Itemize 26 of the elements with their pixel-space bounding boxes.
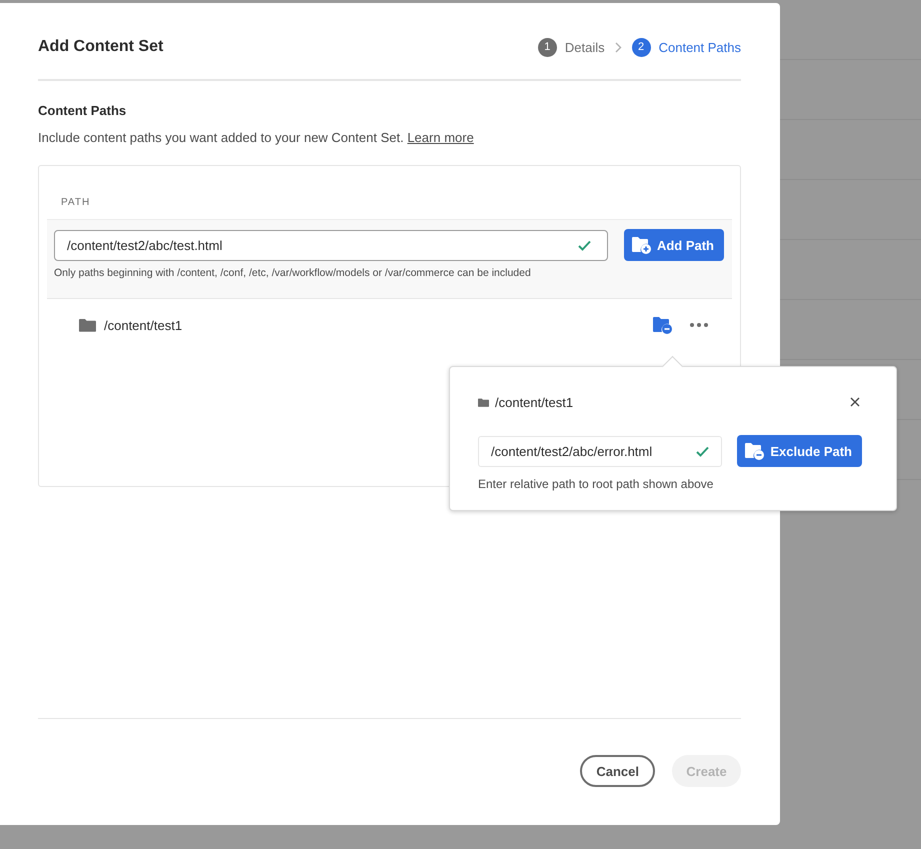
relative-path-hint: Enter relative path to root path shown above [478, 477, 714, 491]
add-path-button[interactable]: Add Path [624, 229, 724, 261]
step-tab[interactable]: 2 Content Paths [632, 38, 741, 56]
relative-path-field[interactable]: /content/test2/abc/error.html [478, 436, 722, 466]
close-button[interactable] [848, 395, 862, 409]
folder-minus-icon [745, 442, 764, 460]
learn-more-link[interactable]: Learn more [407, 130, 474, 145]
path-item: /content/test1 [104, 318, 184, 332]
folder-plus-icon [632, 236, 651, 254]
root-path: /content/test1 [495, 394, 574, 410]
path-hint: Only paths beginning with /content, /conf, /etc, /var/workflow/models or /var/commerce can be included [54, 267, 532, 279]
step-number: 2 [632, 38, 651, 56]
chevron-icon [614, 42, 622, 52]
exclude-path-button[interactable] [653, 316, 672, 334]
section-title: Content Paths [38, 103, 128, 118]
column-header: PATH [60, 196, 92, 210]
folder-icon [79, 318, 96, 332]
exclude-path-button[interactable]: Exclude Path [737, 435, 862, 467]
step-tab[interactable]: 1 Details [538, 38, 605, 56]
path-field[interactable]: /content/test2/abc/test.html [54, 230, 608, 260]
outline-button[interactable]: Cancel [580, 755, 655, 787]
folder-icon [478, 398, 489, 406]
step-number: 1 [538, 38, 557, 56]
folder-minus-icon [653, 316, 672, 334]
description-text: Include content paths you want added to your new Content Set. Learn more [38, 130, 475, 145]
dialog-title: Add Content Set [38, 38, 164, 56]
